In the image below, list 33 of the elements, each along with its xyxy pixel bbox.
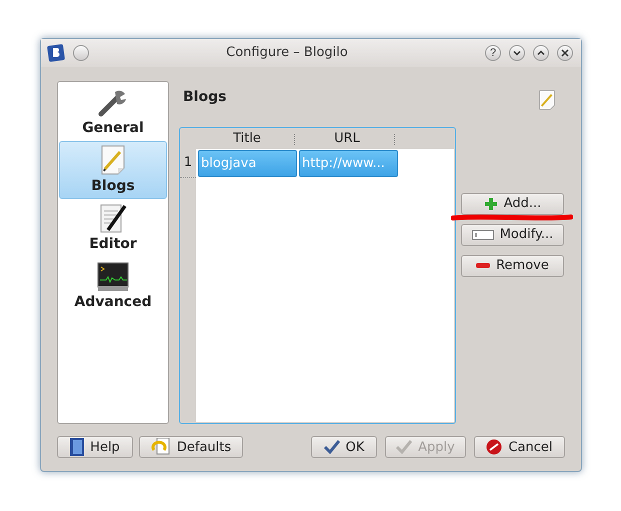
sidebar-item[interactable]: Advanced — [59, 256, 167, 315]
maximize-button[interactable] — [533, 44, 549, 61]
cancel-icon — [486, 439, 502, 456]
column-header[interactable]: URL — [297, 130, 397, 146]
app-logo-icon — [47, 44, 65, 62]
minimize-button[interactable] — [509, 44, 525, 61]
cancel-button[interactable]: Cancel — [474, 436, 565, 458]
checkmark-icon — [324, 440, 340, 454]
sidebar-item[interactable]: Blogs — [59, 140, 167, 199]
help-button[interactable]: Help — [57, 436, 133, 458]
sidebar-item[interactable]: Editor — [59, 198, 167, 257]
page-title: Blogs — [183, 88, 226, 105]
close-icon — [559, 46, 571, 59]
plus-icon — [484, 196, 498, 211]
help-book-icon — [70, 438, 84, 456]
minus-icon — [476, 262, 490, 269]
pencil-document-icon — [98, 202, 128, 234]
menu-button[interactable] — [73, 44, 89, 61]
defaults-button[interactable]: Defaults — [139, 436, 243, 458]
ok-button[interactable]: OK — [311, 436, 377, 458]
remove-button[interactable]: Remove — [461, 254, 564, 277]
window-title: Configure – Blogilo — [225, 45, 349, 60]
column-header[interactable]: Title — [197, 130, 297, 146]
field-icon — [472, 230, 494, 240]
help-button[interactable]: ? — [485, 44, 501, 61]
modify-button[interactable]: Modify... — [461, 224, 564, 246]
add-button[interactable]: Add... — [461, 192, 564, 215]
pencil-page-icon — [537, 88, 557, 111]
undo-document-icon — [150, 438, 171, 456]
checkmark-icon — [396, 440, 412, 454]
terminal-icon — [97, 262, 129, 292]
close-button[interactable] — [557, 44, 573, 61]
sidebar-item[interactable]: General — [59, 82, 167, 141]
